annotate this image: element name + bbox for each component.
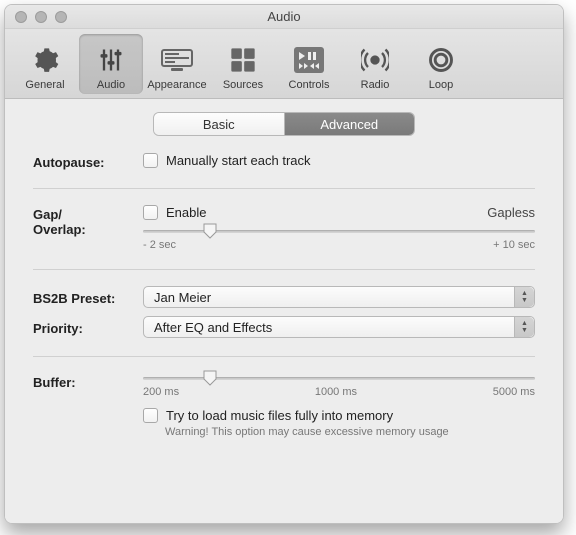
divider xyxy=(33,356,535,357)
select-value: After EQ and Effects xyxy=(154,320,272,335)
display-icon xyxy=(161,45,193,75)
row-bs2b: BS2B Preset: Jan Meier ▲▼ xyxy=(33,286,535,308)
window-title: Audio xyxy=(5,9,563,24)
gap-slider[interactable]: - 2 sec + 10 sec xyxy=(143,230,535,251)
select-priority[interactable]: After EQ and Effects ▲▼ xyxy=(143,316,535,338)
buffer-slider[interactable]: 200 ms 1000 ms 5000 ms xyxy=(143,377,535,398)
toolbar-label: Sources xyxy=(223,79,263,91)
titlebar: Audio xyxy=(5,5,563,29)
checkbox-icon xyxy=(143,205,158,220)
row-gap: Gap/ Overlap: Enable Gapless - 2 sec xyxy=(33,205,535,251)
gapless-label: Gapless xyxy=(487,205,535,220)
select-bs2b[interactable]: Jan Meier ▲▼ xyxy=(143,286,535,308)
checkbox-gap-enable[interactable]: Enable xyxy=(143,205,206,220)
toolbar: General Audio Appearance Sources Control… xyxy=(5,29,563,99)
loop-icon xyxy=(425,45,457,75)
tick-2: 1000 ms xyxy=(315,386,357,398)
checkbox-autopause[interactable]: Manually start each track xyxy=(143,153,535,168)
row-buffer: Buffer: 200 ms 1000 ms 5000 ms xyxy=(33,373,535,398)
playback-icon xyxy=(293,45,325,75)
antenna-icon xyxy=(359,45,391,75)
label-priority: Priority: xyxy=(33,319,143,336)
toolbar-item-audio[interactable]: Audio xyxy=(79,34,143,94)
label-bs2b: BS2B Preset: xyxy=(33,289,143,306)
checkbox-icon xyxy=(143,408,158,423)
row-autopause: Autopause: Manually start each track xyxy=(33,153,535,170)
preferences-window: Audio General Audio Appearance Sources xyxy=(4,4,564,524)
slider-thumb[interactable] xyxy=(203,370,217,386)
gear-icon xyxy=(29,45,61,75)
tick-max: + 10 sec xyxy=(493,239,535,251)
toolbar-item-general[interactable]: General xyxy=(13,34,77,94)
select-value: Jan Meier xyxy=(154,290,211,305)
toolbar-label: General xyxy=(25,79,64,91)
toolbar-item-radio[interactable]: Radio xyxy=(343,34,407,94)
label-autopause: Autopause: xyxy=(33,153,143,170)
puzzle-icon xyxy=(227,45,259,75)
toolbar-item-appearance[interactable]: Appearance xyxy=(145,34,209,94)
toolbar-label: Loop xyxy=(429,79,453,91)
tick-1: 200 ms xyxy=(143,386,179,398)
toolbar-label: Appearance xyxy=(147,79,206,91)
segmented-control: Basic Advanced xyxy=(154,113,414,135)
row-loadfully: Try to load music files fully into memor… xyxy=(33,408,535,438)
slider-thumb[interactable] xyxy=(203,223,217,239)
checkbox-load-fully[interactable]: Try to load music files fully into memor… xyxy=(143,408,535,423)
sliders-icon xyxy=(95,45,127,75)
warning-text: Warning! This option may cause excessive… xyxy=(165,426,535,438)
tab-basic[interactable]: Basic xyxy=(154,113,285,135)
toolbar-label: Audio xyxy=(97,79,125,91)
checkbox-icon xyxy=(143,153,158,168)
updown-icon: ▲▼ xyxy=(514,317,534,337)
label-buffer: Buffer: xyxy=(33,373,143,390)
checkbox-label: Manually start each track xyxy=(166,153,311,168)
tab-advanced[interactable]: Advanced xyxy=(285,113,415,135)
toolbar-item-controls[interactable]: Controls xyxy=(277,34,341,94)
label-gap: Gap/ Overlap: xyxy=(33,205,143,237)
divider xyxy=(33,188,535,189)
row-priority: Priority: After EQ and Effects ▲▼ xyxy=(33,316,535,338)
tick-min: - 2 sec xyxy=(143,239,176,251)
toolbar-item-sources[interactable]: Sources xyxy=(211,34,275,94)
content-area: Basic Advanced Autopause: Manually start… xyxy=(5,99,563,523)
updown-icon: ▲▼ xyxy=(514,287,534,307)
checkbox-label: Try to load music files fully into memor… xyxy=(166,408,393,423)
toolbar-label: Radio xyxy=(361,79,390,91)
toolbar-item-loop[interactable]: Loop xyxy=(409,34,473,94)
toolbar-label: Controls xyxy=(289,79,330,91)
divider xyxy=(33,269,535,270)
checkbox-label: Enable xyxy=(166,205,206,220)
tick-3: 5000 ms xyxy=(493,386,535,398)
